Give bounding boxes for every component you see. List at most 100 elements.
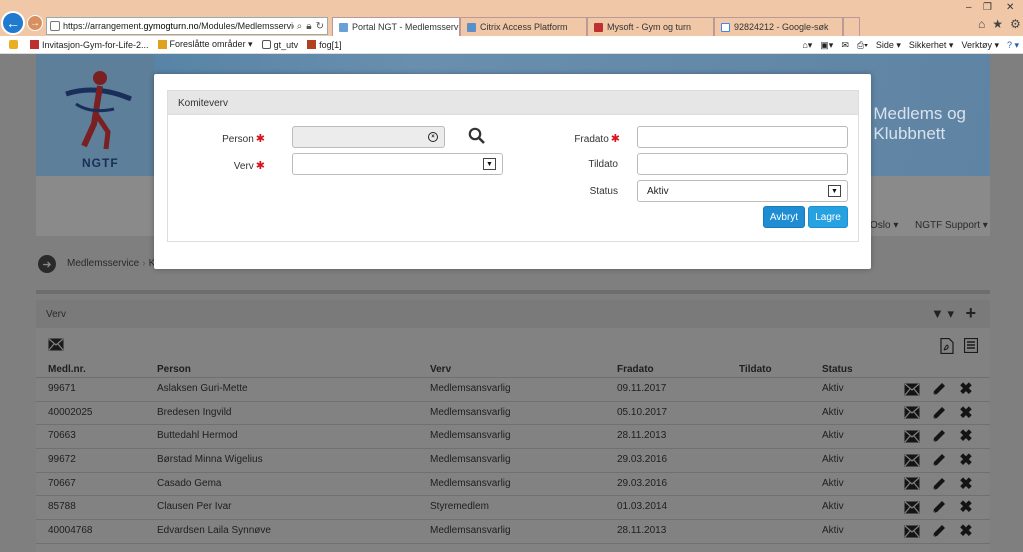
back-button[interactable]: ← bbox=[1, 11, 25, 35]
person-label: Person ✱ bbox=[222, 133, 265, 145]
mail-icon[interactable] bbox=[904, 428, 920, 444]
edit-icon[interactable] bbox=[931, 452, 947, 468]
tab-citrix[interactable]: Citrix Access Platform bbox=[460, 17, 587, 36]
delete-icon[interactable]: ✖ bbox=[958, 476, 974, 493]
edit-icon[interactable] bbox=[931, 476, 947, 492]
verv-select[interactable]: ▼ bbox=[292, 153, 503, 175]
filter-icon[interactable]: ▼ ▾ bbox=[931, 306, 954, 322]
cancel-button[interactable]: Avbryt bbox=[763, 206, 805, 228]
col-tildato[interactable]: Tildato bbox=[739, 364, 772, 375]
new-tab-button[interactable] bbox=[843, 17, 860, 36]
delete-icon[interactable]: ✖ bbox=[958, 428, 974, 445]
verv-panel: Verv ▼ ▾ + Medl.nr. Person Verv Fradato … bbox=[36, 300, 990, 552]
table-row: 99672 Børstad Minna Wigelius Medlemsansvar… bbox=[36, 449, 990, 473]
mail-icon[interactable] bbox=[904, 523, 920, 539]
col-person[interactable]: Person bbox=[157, 364, 191, 375]
save-button[interactable]: Lagre bbox=[808, 206, 848, 228]
col-status[interactable]: Status bbox=[822, 364, 853, 375]
required-icon: ✱ bbox=[255, 133, 265, 145]
back-arrow-icon[interactable]: ➜ bbox=[38, 255, 56, 273]
delete-icon[interactable]: ✖ bbox=[958, 523, 974, 540]
delete-icon[interactable]: ✖ bbox=[958, 452, 974, 469]
status-select[interactable]: Aktiv ▼ bbox=[637, 180, 848, 202]
tab-portal-ngt[interactable]: Portal NGT - Medlemsservi... × bbox=[332, 17, 460, 36]
fradato-label: Fradato ✱ bbox=[574, 133, 620, 145]
required-icon: ✱ bbox=[255, 160, 265, 172]
address-lock-icon[interactable]: 🔒︎ bbox=[306, 21, 311, 32]
mail-icon[interactable] bbox=[904, 381, 920, 397]
edit-icon[interactable] bbox=[931, 523, 947, 539]
table-row: 70667 Casado Gema Medlemsansvarlig 29.03.20… bbox=[36, 473, 990, 497]
settings-gear-icon[interactable]: ⚙ bbox=[1010, 17, 1021, 31]
page-menu[interactable]: Side ▾ bbox=[876, 40, 901, 51]
cell-status: Aktiv bbox=[822, 406, 844, 418]
help-menu[interactable]: ? ▾ bbox=[1007, 40, 1019, 51]
mail-icon[interactable] bbox=[904, 405, 920, 421]
favorite-invitasjon[interactable]: Invitasjon-Gym-for-Life-2... bbox=[30, 40, 149, 50]
cell-nr: 70663 bbox=[48, 430, 76, 442]
clear-icon[interactable]: × bbox=[428, 132, 438, 142]
fradato-field[interactable] bbox=[637, 126, 848, 148]
mail-icon[interactable]: ✉ bbox=[841, 40, 849, 51]
pdf-export-icon[interactable] bbox=[940, 338, 954, 354]
delete-icon[interactable]: ✖ bbox=[958, 405, 974, 422]
cell-person: Børstad Minna Wigelius bbox=[157, 454, 263, 466]
edit-icon[interactable] bbox=[931, 405, 947, 421]
tools-menu[interactable]: Verktøy ▾ bbox=[961, 40, 999, 51]
edit-icon[interactable] bbox=[931, 428, 947, 444]
restore-button[interactable]: ❐ bbox=[983, 2, 992, 13]
address-search-icon[interactable]: ⌕ bbox=[297, 21, 303, 32]
favorite-fog[interactable]: fog[1] bbox=[307, 40, 342, 50]
ngtf-logo: NGTF bbox=[36, 54, 154, 176]
home-page-icon[interactable]: ⌂▾ bbox=[802, 40, 812, 51]
col-fradato[interactable]: Fradato bbox=[617, 364, 654, 375]
delete-icon[interactable]: ✖ bbox=[958, 381, 974, 398]
feeds-icon[interactable]: ▣▾ bbox=[820, 40, 833, 51]
add-icon[interactable]: + bbox=[965, 303, 976, 324]
address-bar[interactable]: https://arrangement.gymogturn.no/Modules… bbox=[46, 17, 328, 35]
home-icon[interactable]: ⌂ bbox=[978, 17, 985, 31]
search-icon[interactable] bbox=[468, 127, 485, 144]
list-export-icon[interactable] bbox=[964, 338, 978, 353]
tab-mysoft[interactable]: Mysoft - Gym og turn bbox=[587, 17, 714, 36]
edit-icon[interactable] bbox=[931, 381, 947, 397]
cell-person: Edvardsen Laila Synnøve bbox=[157, 525, 271, 537]
favorites-star-icon[interactable]: ★ bbox=[992, 17, 1003, 31]
cell-nr: 85788 bbox=[48, 501, 76, 513]
tab-google[interactable]: 92824212 - Google-søk bbox=[714, 17, 843, 36]
verv-table: Medl.nr. Person Verv Fradato Tildato Sta… bbox=[36, 360, 990, 544]
panel-title: Verv bbox=[46, 309, 67, 320]
table-row: 40002025 Bredesen Ingvild Medlemsansvarlig… bbox=[36, 402, 990, 426]
menu-ngtf-support[interactable]: NGTF Support ▾ bbox=[915, 220, 988, 231]
tab-favicon-icon bbox=[594, 22, 603, 32]
refresh-icon[interactable]: ↻ bbox=[316, 21, 324, 32]
favorite-foreslatte[interactable]: Foreslåtte områder ▾ bbox=[157, 39, 253, 50]
cell-person: Buttedahl Hermod bbox=[157, 430, 238, 442]
mail-icon[interactable] bbox=[904, 499, 920, 515]
tildato-field[interactable] bbox=[637, 153, 848, 175]
minimize-button[interactable]: – bbox=[966, 2, 972, 13]
edit-icon[interactable] bbox=[931, 499, 947, 515]
breadcrumb-medlemsservice[interactable]: Medlemsservice bbox=[67, 258, 139, 269]
cell-fradato: 28.11.2013 bbox=[617, 430, 667, 442]
cell-verv: Medlemsansvarlig bbox=[430, 406, 511, 418]
menu-oslo[interactable]: Oslo ▾ bbox=[870, 220, 898, 231]
cell-verv: Medlemsansvarlig bbox=[430, 454, 511, 466]
print-icon[interactable]: ⎙▾ bbox=[857, 40, 868, 51]
mail-icon[interactable] bbox=[904, 476, 920, 492]
col-medlnr[interactable]: Medl.nr. bbox=[48, 364, 86, 375]
delete-icon[interactable]: ✖ bbox=[958, 499, 974, 516]
mail-all-icon[interactable] bbox=[48, 338, 64, 351]
favorites-add-icon[interactable] bbox=[9, 40, 21, 49]
col-verv[interactable]: Verv bbox=[430, 364, 451, 375]
cell-nr: 70667 bbox=[48, 477, 76, 489]
person-field[interactable]: × bbox=[292, 126, 445, 148]
favorite-gt-utv[interactable]: gt_utv bbox=[261, 40, 298, 50]
page-favicon-icon bbox=[50, 21, 60, 31]
mail-icon[interactable] bbox=[904, 452, 920, 468]
tab-favicon-icon bbox=[721, 22, 730, 32]
site-title: Medlems og Klubbnett bbox=[873, 104, 966, 143]
safety-menu[interactable]: Sikkerhet ▾ bbox=[909, 40, 954, 51]
forward-button[interactable]: → bbox=[27, 15, 43, 31]
close-window-button[interactable]: ✕ bbox=[1006, 2, 1014, 13]
